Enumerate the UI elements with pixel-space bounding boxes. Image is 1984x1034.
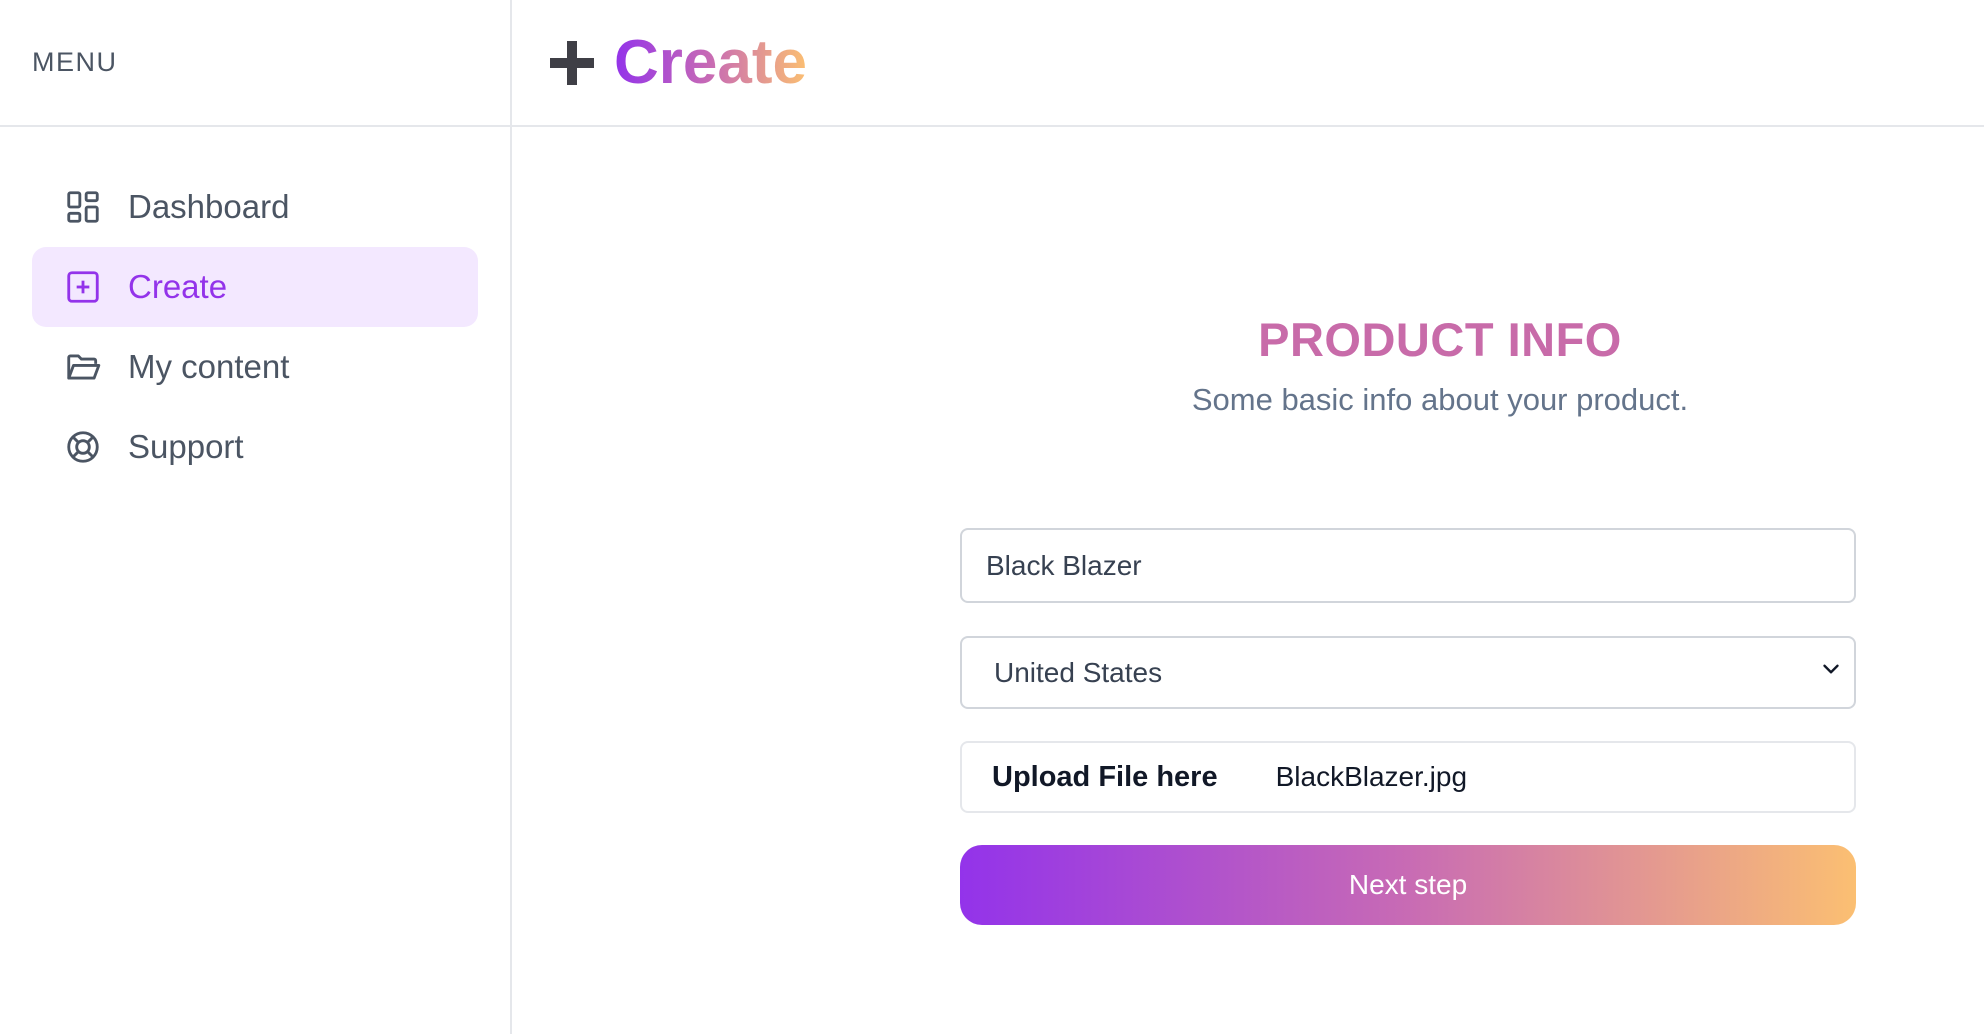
menu-label: MENU bbox=[32, 47, 118, 77]
app-root: MENU Dashboard Create My content Support… bbox=[0, 0, 1984, 1034]
sidebar: MENU Dashboard Create My content Support bbox=[0, 0, 512, 1034]
product-name-input[interactable]: Black Blazer bbox=[960, 528, 1856, 603]
page-title: Create bbox=[614, 27, 807, 97]
form-heading: PRODUCT INFO bbox=[1258, 313, 1622, 366]
sidebar-item-dashboard[interactable]: Dashboard bbox=[32, 167, 478, 247]
sidebar-item-my-content[interactable]: My content bbox=[32, 327, 478, 407]
sidebar-item-label: Create bbox=[128, 268, 228, 305]
sidebar-header: MENU bbox=[0, 0, 510, 127]
country-selected-value: United States bbox=[994, 656, 1163, 688]
chevron-down-icon bbox=[1818, 656, 1844, 689]
upload-file-button[interactable]: Upload File here bbox=[992, 761, 1218, 794]
lifebuoy-icon bbox=[64, 428, 102, 466]
main-content: PRODUCT INFO Some basic info about your … bbox=[512, 127, 1984, 1034]
sidebar-nav: Dashboard Create My content Support bbox=[0, 127, 510, 487]
plus-square-icon bbox=[64, 268, 102, 306]
top-bar: Create bbox=[512, 0, 1984, 127]
sidebar-item-label: My content bbox=[128, 348, 290, 385]
plus-icon bbox=[548, 27, 596, 99]
next-step-button[interactable]: Next step bbox=[960, 845, 1856, 925]
sidebar-item-support[interactable]: Support bbox=[32, 407, 478, 487]
folder-open-icon bbox=[64, 348, 102, 386]
product-name-value: Black Blazer bbox=[986, 549, 1142, 581]
uploaded-file-name: BlackBlazer.jpg bbox=[1275, 761, 1468, 792]
country-select[interactable]: United States bbox=[960, 636, 1856, 709]
dashboard-grid-icon bbox=[64, 188, 102, 226]
sidebar-item-label: Dashboard bbox=[128, 188, 290, 225]
file-upload-field: Upload File here BlackBlazer.jpg bbox=[960, 741, 1856, 813]
form-subheading: Some basic info about your product. bbox=[1191, 382, 1689, 417]
sidebar-item-create[interactable]: Create bbox=[32, 247, 478, 327]
sidebar-item-label: Support bbox=[128, 428, 244, 465]
